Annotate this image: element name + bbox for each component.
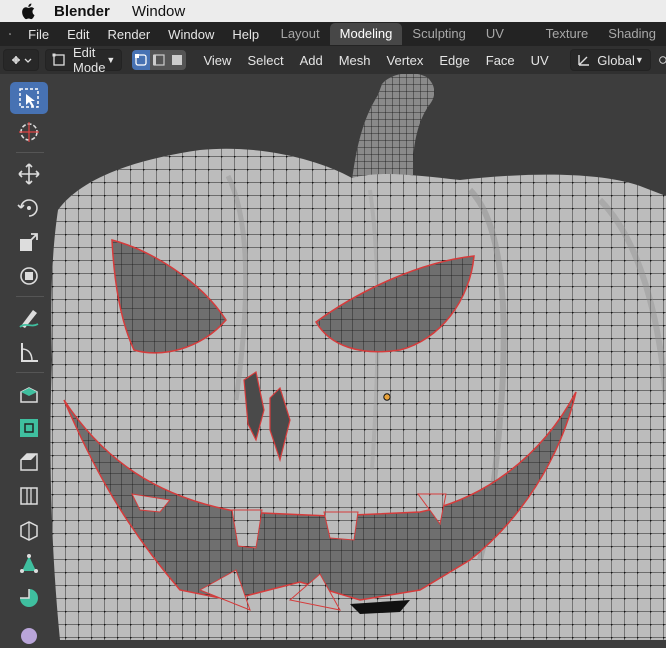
tool-move[interactable]: [10, 158, 48, 190]
tool-shelf: [6, 80, 50, 640]
vertex-select-mode-button[interactable]: [132, 50, 150, 70]
editor-type-icon: [10, 53, 32, 67]
menu-edit[interactable]: Edit: [58, 27, 98, 42]
menu-edge[interactable]: Edge: [431, 53, 477, 68]
vertex-select-icon: [135, 54, 147, 66]
chevron-down-icon: ▼: [106, 55, 115, 65]
loop-cut-icon: [17, 484, 41, 508]
tool-inset-faces[interactable]: [10, 412, 48, 444]
window-menu[interactable]: Window: [132, 3, 185, 20]
tool-select-box[interactable]: [10, 82, 48, 114]
menu-render[interactable]: Render: [99, 27, 160, 42]
transform-icon: [17, 264, 41, 288]
rotate-icon: [17, 196, 41, 220]
tool-rotate[interactable]: [10, 192, 48, 224]
measure-icon: [17, 340, 41, 364]
tab-texture-paint[interactable]: Texture Paint: [536, 23, 599, 45]
tool-transform[interactable]: [10, 260, 48, 292]
move-icon: [17, 162, 41, 186]
macos-menu-bar: Blender Window: [0, 0, 666, 22]
menu-select[interactable]: Select: [239, 53, 291, 68]
orientation-label: Global: [597, 53, 635, 68]
menu-help[interactable]: Help: [223, 27, 268, 42]
tab-shading[interactable]: Shading: [598, 23, 666, 45]
edge-select-mode-button[interactable]: [150, 50, 168, 70]
toolbar-separator: [16, 372, 44, 373]
toolbar-separator: [16, 296, 44, 297]
blender-logo-icon[interactable]: [9, 25, 11, 43]
tool-scale[interactable]: [10, 226, 48, 258]
select-box-icon: [17, 86, 41, 110]
tab-sculpting[interactable]: Sculpting: [402, 23, 475, 45]
menu-view[interactable]: View: [195, 53, 239, 68]
face-select-mode-button[interactable]: [168, 50, 186, 70]
inset-icon: [17, 416, 41, 440]
apple-icon[interactable]: [21, 2, 37, 20]
menu-file[interactable]: File: [19, 27, 58, 42]
spin-icon: [17, 586, 41, 610]
pivot-icon[interactable]: [657, 53, 666, 67]
menu-add[interactable]: Add: [292, 53, 331, 68]
chevron-down-icon: ▼: [635, 55, 644, 65]
transform-orientation-dropdown[interactable]: Global ▼: [570, 49, 651, 71]
select-mode-group: [132, 50, 186, 70]
toolbar-separator: [16, 152, 44, 153]
tool-annotate[interactable]: [10, 302, 48, 334]
3d-viewport[interactable]: [0, 74, 666, 640]
bevel-icon: [17, 450, 41, 474]
tool-measure[interactable]: [10, 336, 48, 368]
menu-face[interactable]: Face: [478, 53, 523, 68]
editor-type-dropdown[interactable]: [3, 49, 39, 71]
face-select-icon: [171, 54, 183, 66]
app-name-menu[interactable]: Blender: [54, 3, 110, 20]
cursor-icon: [17, 120, 41, 144]
object-origin-dot: [384, 394, 390, 400]
tool-smooth[interactable]: [10, 616, 48, 648]
menu-vertex[interactable]: Vertex: [379, 53, 432, 68]
poly-build-icon: [17, 552, 41, 576]
tool-loop-cut[interactable]: [10, 480, 48, 512]
pumpkin-mesh-render[interactable]: [0, 74, 666, 640]
tool-knife[interactable]: [10, 514, 48, 546]
blender-top-bar: File Edit Render Window Help Layout Mode…: [0, 22, 666, 46]
scale-icon: [17, 230, 41, 254]
tool-poly-build[interactable]: [10, 548, 48, 580]
tab-modeling[interactable]: Modeling: [330, 23, 403, 45]
edge-select-icon: [153, 54, 165, 66]
tab-layout[interactable]: Layout: [271, 23, 330, 45]
tab-uv-editing[interactable]: UV Editing: [476, 23, 536, 45]
menu-window[interactable]: Window: [159, 27, 223, 42]
viewport-header: Edit Mode ▼ View Select Add Mesh Vertex …: [0, 46, 666, 74]
menu-uv[interactable]: UV: [523, 53, 557, 68]
tool-spin[interactable]: [10, 582, 48, 614]
tool-bevel[interactable]: [10, 446, 48, 478]
edit-mode-icon: [52, 53, 66, 67]
knife-icon: [17, 518, 41, 542]
tool-cursor[interactable]: [10, 116, 48, 148]
smooth-icon: [17, 620, 41, 644]
orientation-icon: [577, 53, 591, 67]
tool-extrude-region[interactable]: [10, 378, 48, 410]
extrude-icon: [17, 382, 41, 406]
menu-mesh[interactable]: Mesh: [331, 53, 379, 68]
annotate-icon: [17, 306, 41, 330]
mode-label: Edit Mode: [73, 45, 106, 75]
mode-dropdown[interactable]: Edit Mode ▼: [45, 49, 122, 71]
